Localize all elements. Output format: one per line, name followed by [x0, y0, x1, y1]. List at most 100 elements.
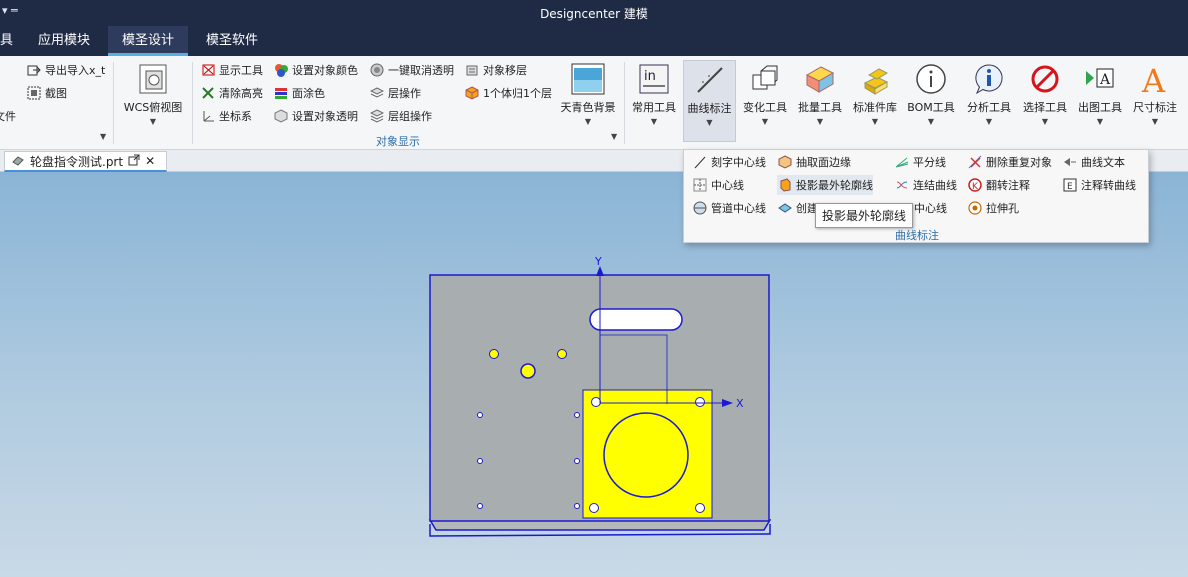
set-object-transparent-button[interactable]: 设置对象透明 [273, 106, 358, 126]
centerline-item[interactable]: 中心线 [692, 175, 744, 195]
display-group-expand-icon[interactable]: ▼ [611, 132, 617, 141]
standard-parts-icon [858, 62, 892, 96]
cancel-transparent-button[interactable]: 一键取消透明 [369, 60, 454, 80]
hole[interactable] [574, 412, 580, 418]
create-item[interactable]: 创建 [777, 198, 818, 218]
color-palette-icon [273, 63, 288, 78]
info-bubble-icon [972, 62, 1006, 96]
hole[interactable] [574, 458, 580, 464]
tab-mold-design[interactable]: 模圣设计 [108, 26, 189, 56]
file-group-expand-icon[interactable]: ▼ [100, 132, 106, 141]
move-layer-icon [464, 63, 479, 78]
common-tools-icon: in [637, 62, 671, 96]
hole[interactable] [489, 349, 499, 359]
join-curves-icon [894, 178, 909, 193]
hole[interactable] [695, 397, 705, 407]
hole[interactable] [477, 412, 483, 418]
chevron-down-icon: ▼ [985, 117, 993, 126]
export-icon [26, 63, 41, 78]
tab-mold-software[interactable]: 模圣软件 [192, 26, 272, 56]
hole[interactable] [574, 503, 580, 509]
face-edge-icon [777, 155, 792, 170]
ribbon: 导出导入x_t 截图 文件 ▼ WCS俯视图 ▼ 显示工具 清除高亮 坐标系 设… [0, 56, 1188, 150]
hole[interactable] [477, 458, 483, 464]
selection-tools-button[interactable]: 选择工具 ▼ [1019, 60, 1071, 142]
hole[interactable] [477, 503, 483, 509]
centerline-icon [692, 178, 707, 193]
slot-feature[interactable] [589, 308, 683, 331]
coordinate-system-icon [200, 109, 215, 124]
curve-text-item[interactable]: 曲线文本 [1062, 152, 1125, 172]
annotation-to-curve-item[interactable]: E 注释转曲线 [1062, 175, 1136, 195]
common-tools-button[interactable]: in 常用工具 ▼ [628, 60, 680, 142]
clear-highlight-icon [200, 86, 215, 101]
sky-background-button[interactable]: 天青色背景 ▼ [556, 60, 620, 142]
cancel-transparent-icon [369, 63, 384, 78]
chevron-down-icon: ▼ [927, 117, 935, 126]
hole[interactable] [520, 363, 536, 379]
curve-annotation-button[interactable]: 曲线标注 ▼ [683, 60, 736, 142]
popout-icon[interactable] [128, 154, 140, 169]
one-body-one-layer-button[interactable]: 1个体归1个层 [464, 83, 552, 103]
move-object-layer-button[interactable]: 对象移层 [464, 60, 527, 80]
layer-operation-button[interactable]: 层操作 [369, 83, 421, 103]
hole[interactable] [695, 503, 705, 513]
delete-duplicate-icon [967, 155, 982, 170]
export-import-xt-button[interactable]: 导出导入x_t [26, 60, 105, 80]
delete-duplicate-item[interactable]: 删除重复对象 [967, 152, 1052, 172]
engrave-centerline-item[interactable]: 刻字中心线 [692, 152, 766, 172]
extract-face-edge-item[interactable]: 抽取面边缘 [777, 152, 851, 172]
large-bore[interactable] [603, 412, 689, 498]
standard-parts-library-button[interactable]: 标准件库 ▼ [849, 60, 901, 142]
separator [113, 62, 114, 144]
drawing-tools-button[interactable]: A 出图工具 ▼ [1074, 60, 1126, 142]
svg-text:A: A [1099, 72, 1111, 88]
menu-bar: 具 应用模块 模圣设计 模圣软件 [0, 26, 1188, 56]
curve-annotation-dropdown: 刻字中心线 抽取面边缘 平分线 删除重复对象 曲线文本 中心线 投影最外轮廓线 … [683, 149, 1149, 243]
hole[interactable] [591, 397, 601, 407]
set-object-color-button[interactable]: 设置对象颜色 [273, 60, 358, 80]
project-outline-item[interactable]: 投影最外轮廓线 [777, 175, 873, 195]
pipe-icon [692, 201, 707, 216]
centerline-item-2[interactable]: 中心线 [914, 198, 947, 218]
pipe-centerline-item[interactable]: 管道中心线 [692, 198, 766, 218]
tab-tools[interactable]: 具 [0, 26, 27, 56]
tab-application-modules[interactable]: 应用模块 [24, 26, 104, 56]
transform-tools-button[interactable]: 变化工具 ▼ [739, 60, 791, 142]
face-paint-button[interactable]: 面涂色 [273, 83, 325, 103]
document-tab[interactable]: 轮盘指令测试.prt ✕ [4, 151, 168, 172]
clear-highlight-button[interactable]: 清除高亮 [200, 83, 263, 103]
screenshot-button[interactable]: 截图 [26, 83, 67, 103]
dimension-annotation-button[interactable]: A 尺寸标注 ▼ [1129, 60, 1181, 142]
batch-tools-icon [803, 62, 837, 96]
analysis-tools-button[interactable]: 分析工具 ▼ [962, 60, 1016, 142]
annotation-to-curve-icon: E [1062, 178, 1077, 193]
chevron-down-icon: ▼ [584, 117, 592, 126]
window-title: Designcenter 建模 [540, 7, 648, 21]
bom-tools-button[interactable]: BOM工具 ▼ [904, 60, 958, 142]
chevron-down-icon: ▼ [706, 118, 713, 127]
hole[interactable] [557, 349, 567, 359]
coordinate-system-button[interactable]: 坐标系 [200, 106, 252, 126]
project-outline-icon [777, 178, 792, 193]
bisector-icon [894, 155, 909, 170]
chevron-down-icon: ▼ [1096, 117, 1104, 126]
y-axis-label: Y [594, 255, 602, 268]
layer-group-operation-button[interactable]: 层组操作 [369, 106, 432, 126]
display-group-label: 对象显示 [376, 135, 420, 148]
curve-annotation-icon [693, 63, 727, 97]
show-tools-icon [200, 63, 215, 78]
hole[interactable] [589, 503, 599, 513]
x-axis-label: X [736, 397, 744, 410]
extrude-hole-item[interactable]: 拉伸孔 [967, 198, 1019, 218]
wcs-top-view-button[interactable]: WCS俯视图 ▼ [120, 60, 186, 142]
join-curves-item[interactable]: 连结曲线 [894, 175, 957, 195]
flip-annotation-item[interactable]: K 翻转注释 [967, 175, 1030, 195]
close-icon[interactable]: ✕ [145, 154, 155, 168]
bisector-item[interactable]: 平分线 [894, 152, 946, 172]
file-label: 文件 [0, 110, 16, 123]
show-tools-button[interactable]: 显示工具 [200, 60, 263, 80]
title-bar: ▾ ═ Designcenter 建模 [0, 0, 1188, 26]
batch-tools-button[interactable]: 批量工具 ▼ [794, 60, 846, 142]
chevron-down-icon: ▼ [149, 117, 157, 126]
